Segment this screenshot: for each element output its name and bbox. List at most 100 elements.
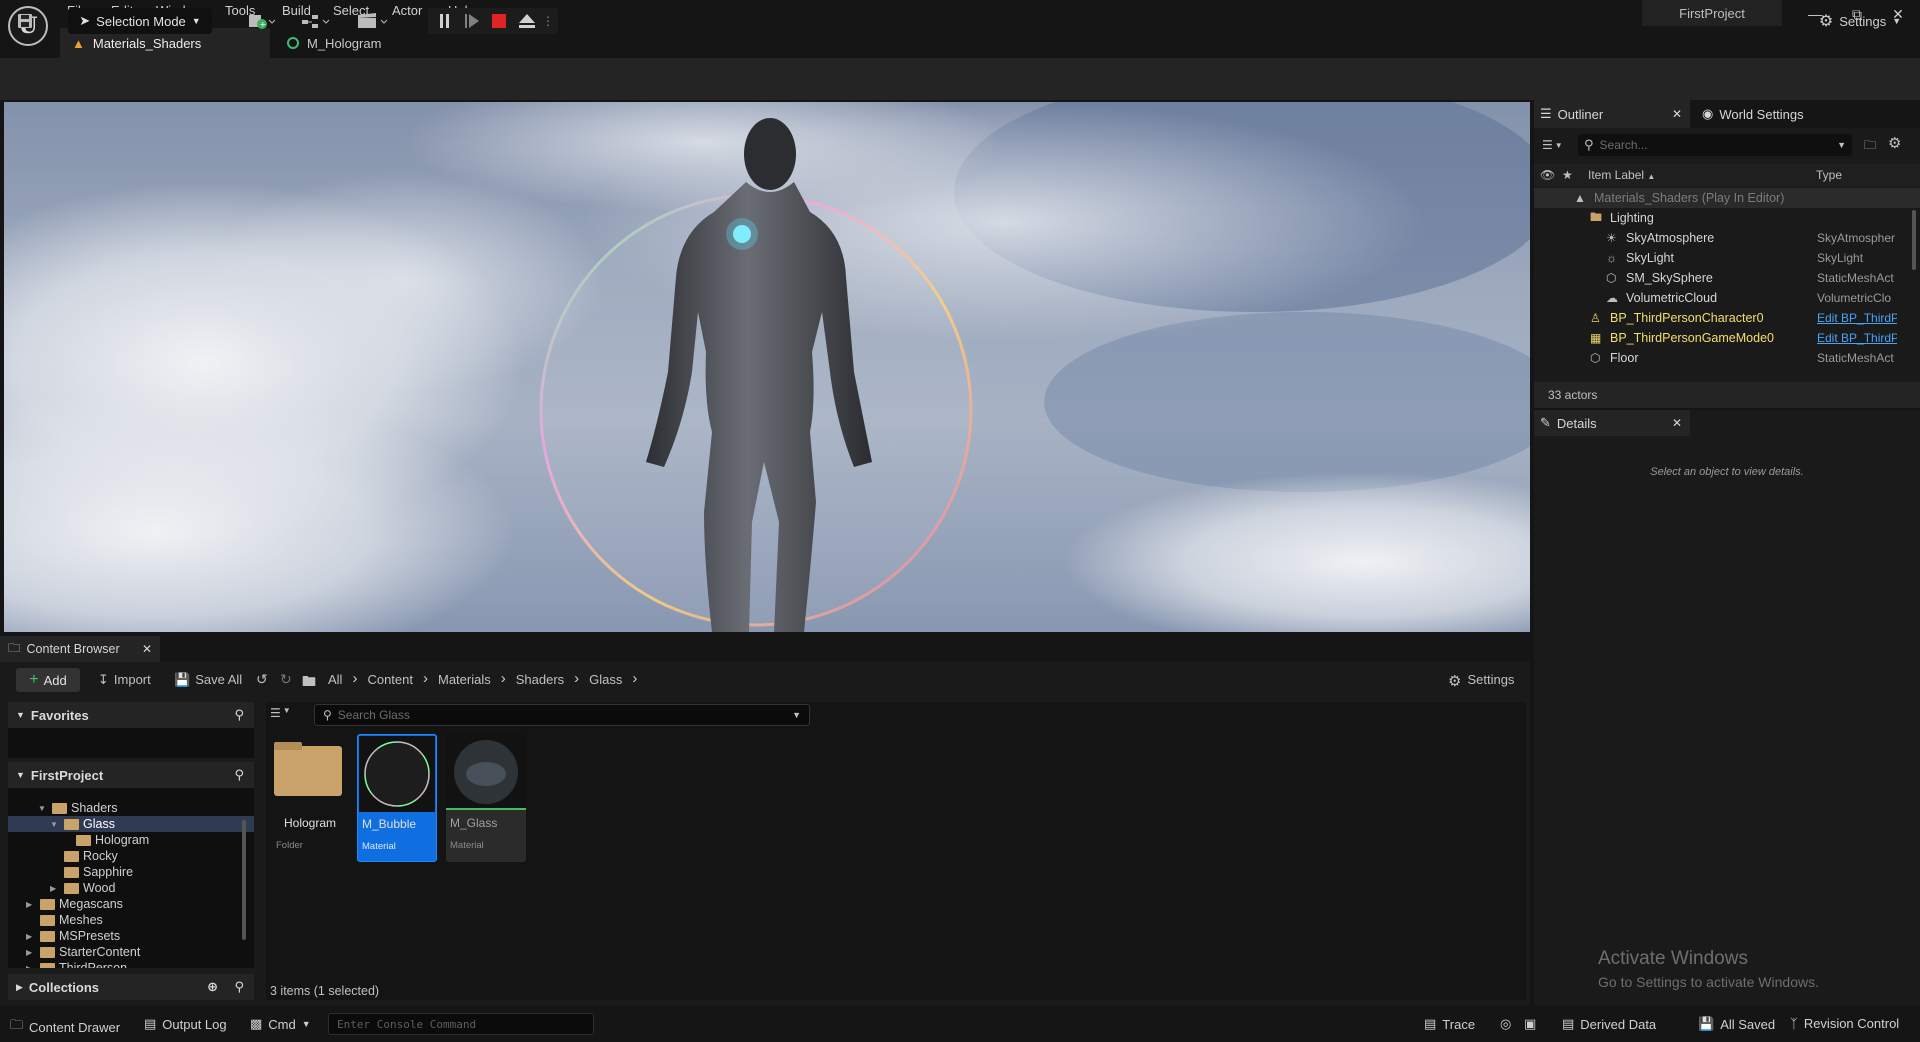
asset-m-bubble[interactable]: M_Bubble Material (357, 734, 437, 862)
level-viewport[interactable] (4, 102, 1530, 632)
breadcrumb-item[interactable]: All (328, 672, 342, 687)
record-icon[interactable]: ◎ (1500, 1016, 1511, 1032)
menu-actor[interactable]: Actor (392, 3, 422, 18)
chevron-right-icon[interactable]: › (574, 671, 579, 687)
folder-tree-item[interactable]: Hologram (8, 832, 254, 848)
add-actor-button[interactable]: + (244, 8, 280, 34)
tab-outliner[interactable]: ☰ Outliner ✕ (1534, 100, 1690, 128)
outliner-row[interactable]: ☼ SkyLight SkyLight (1534, 248, 1920, 268)
folder-tree-item[interactable]: Meshes (8, 912, 254, 928)
asset-m-glass[interactable]: M_Glass Material (446, 734, 526, 862)
folder-tree-item[interactable]: Rocky (8, 848, 254, 864)
import-button[interactable]: ↧ Import (98, 672, 151, 688)
folder-tree-scrollbar[interactable] (242, 820, 246, 940)
edit-blueprint-link[interactable]: Edit BP_ThirdP (1817, 331, 1897, 345)
breadcrumb-item[interactable]: Glass (589, 672, 622, 687)
gear-icon: ⚙ (1448, 673, 1462, 690)
chevron-down-icon: ▼ (191, 16, 201, 26)
outliner-search-input[interactable]: ⚲ Search... ▼ (1578, 134, 1852, 156)
chevron-right-icon[interactable]: › (632, 671, 637, 687)
chevron-down-icon[interactable]: ▼ (38, 804, 48, 813)
history-back-icon[interactable]: ↺ (256, 671, 268, 688)
cinematics-button[interactable] (354, 8, 392, 34)
trace-button[interactable]: ▤ Trace (1424, 1016, 1475, 1032)
chevron-right-icon[interactable]: ▶ (26, 900, 36, 909)
breadcrumb-item[interactable]: Content (367, 672, 413, 687)
asset-folder-hologram[interactable]: Hologram Folder (272, 734, 352, 862)
add-folder-icon[interactable]: 🗀 (1864, 136, 1876, 157)
folder-tree-item[interactable]: ▶ StarterContent (8, 944, 254, 960)
folder-tree-item[interactable]: ▼ Glass (8, 816, 254, 832)
cmd-dropdown[interactable]: ▩ Cmd ▼ (250, 1016, 311, 1032)
more-options-icon[interactable]: ⋮ (542, 14, 554, 28)
content-drawer-button[interactable]: 🗀 Content Drawer (10, 1016, 120, 1038)
outliner-row[interactable]: 🖿 Lighting (1534, 208, 1920, 228)
search-icon[interactable]: ⚲ (234, 979, 244, 995)
settings-button[interactable]: ⚙ Settings ▼ (1812, 8, 1908, 34)
screenshot-icon[interactable]: ▣ (1524, 1016, 1536, 1032)
stop-icon[interactable] (492, 14, 506, 28)
eject-icon[interactable] (518, 13, 536, 29)
folder-tree-item[interactable]: ▼ Shaders (8, 800, 254, 816)
outliner-row[interactable]: ☀ SkyAtmosphere SkyAtmospher (1534, 228, 1920, 248)
favorite-star-icon[interactable]: ★ (1562, 168, 1573, 182)
filter-button[interactable]: ☰ ▼ (1542, 136, 1572, 154)
edit-blueprint-link[interactable]: Edit BP_ThirdP (1817, 311, 1897, 325)
history-forward-icon[interactable]: ↻ (280, 671, 292, 688)
chevron-right-icon[interactable]: › (501, 671, 506, 687)
asset-search-input[interactable]: ⚲ Search Glass ▼ (314, 704, 810, 726)
save-icon[interactable] (14, 8, 36, 34)
outliner-row[interactable]: ⬡ SM_SkySphere StaticMeshAct (1534, 268, 1920, 288)
close-icon[interactable]: ✕ (1672, 416, 1682, 430)
outliner-row[interactable]: ▦ BP_ThirdPersonGameMode0 Edit BP_ThirdP (1534, 328, 1920, 348)
selection-mode-dropdown[interactable]: ➤ Selection Mode ▼ (68, 8, 212, 34)
close-icon[interactable]: ✕ (142, 642, 152, 656)
breadcrumb-item[interactable]: Shaders (516, 672, 564, 687)
asset-filter-button[interactable]: ☰ ▼ (270, 706, 291, 720)
chevron-right-icon[interactable]: ▶ (50, 884, 60, 893)
chevron-right-icon[interactable]: ▶ (26, 964, 36, 969)
derived-data-button[interactable]: ▤ Derived Data (1562, 1016, 1656, 1032)
outliner-row[interactable]: ▲ Materials_Shaders (Play In Editor) (1534, 188, 1920, 208)
breadcrumb: All › Content › Materials › Shaders › Glass › (328, 671, 637, 687)
visibility-icon[interactable]: 👁 (1540, 168, 1555, 182)
folder-tree-item[interactable]: ▶ MSPresets (8, 928, 254, 944)
outliner-settings-icon[interactable]: ⚙ (1888, 134, 1901, 152)
collections-section[interactable]: ▶ Collections ⊕ ⚲ (8, 974, 254, 1000)
add-button[interactable]: + Add (16, 668, 80, 692)
project-section[interactable]: ▼ FirstProject ⚲ (8, 762, 254, 788)
outliner-row[interactable]: ⬡ Floor StaticMeshAct (1534, 348, 1920, 368)
chevron-right-icon[interactable]: › (423, 671, 428, 687)
chevron-right-icon[interactable]: ▶ (26, 948, 36, 957)
chevron-right-icon[interactable]: › (352, 671, 357, 687)
favorites-section[interactable]: ▼ Favorites ⚲ (8, 702, 254, 728)
folder-tree-item[interactable]: ▶ ThirdPerson (8, 960, 254, 968)
tab-content-browser[interactable]: 🗀 Content Browser ✕ (0, 636, 160, 662)
chevron-down-icon[interactable]: ▼ (50, 820, 60, 829)
search-icon[interactable]: ⚲ (234, 767, 244, 783)
save-all-button[interactable]: 💾 Save All (174, 672, 242, 688)
all-saved-button[interactable]: 💾 All Saved (1698, 1016, 1775, 1032)
tab-world-settings[interactable]: ◉ World Settings (1702, 100, 1804, 128)
folder-tree-item[interactable]: Sapphire (8, 864, 254, 880)
outliner-row[interactable]: ☁ VolumetricCloud VolumetricClo (1534, 288, 1920, 308)
console-command-input[interactable]: Enter Console Command (328, 1013, 594, 1035)
cb-settings-button[interactable]: ⚙ Settings (1448, 672, 1514, 690)
folder-tree-item[interactable]: ▶ Megascans (8, 896, 254, 912)
col-type[interactable]: Type (1816, 168, 1842, 182)
search-icon[interactable]: ⚲ (234, 707, 244, 723)
add-collection-icon[interactable]: ⊕ (207, 979, 218, 995)
col-item-label[interactable]: Item Label ▲ (1588, 168, 1655, 182)
breadcrumb-item[interactable]: Materials (438, 672, 491, 687)
chevron-right-icon[interactable]: ▶ (26, 932, 36, 941)
tab-details[interactable]: ✎ Details ✕ (1534, 410, 1690, 436)
close-icon[interactable]: ✕ (1672, 107, 1682, 121)
outliner-row[interactable]: ♙ BP_ThirdPersonCharacter0 Edit BP_ThirdP (1534, 308, 1920, 328)
revision-control-button[interactable]: ᛉ Revision Control (1790, 1016, 1899, 1031)
step-frame-icon[interactable] (464, 13, 480, 29)
folder-tree-item[interactable]: ▶ Wood (8, 880, 254, 896)
output-log-button[interactable]: ▤ Output Log (144, 1016, 227, 1032)
outliner-scrollbar[interactable] (1912, 210, 1916, 270)
blueprints-button[interactable] (298, 8, 334, 34)
pause-icon[interactable] (438, 13, 452, 29)
